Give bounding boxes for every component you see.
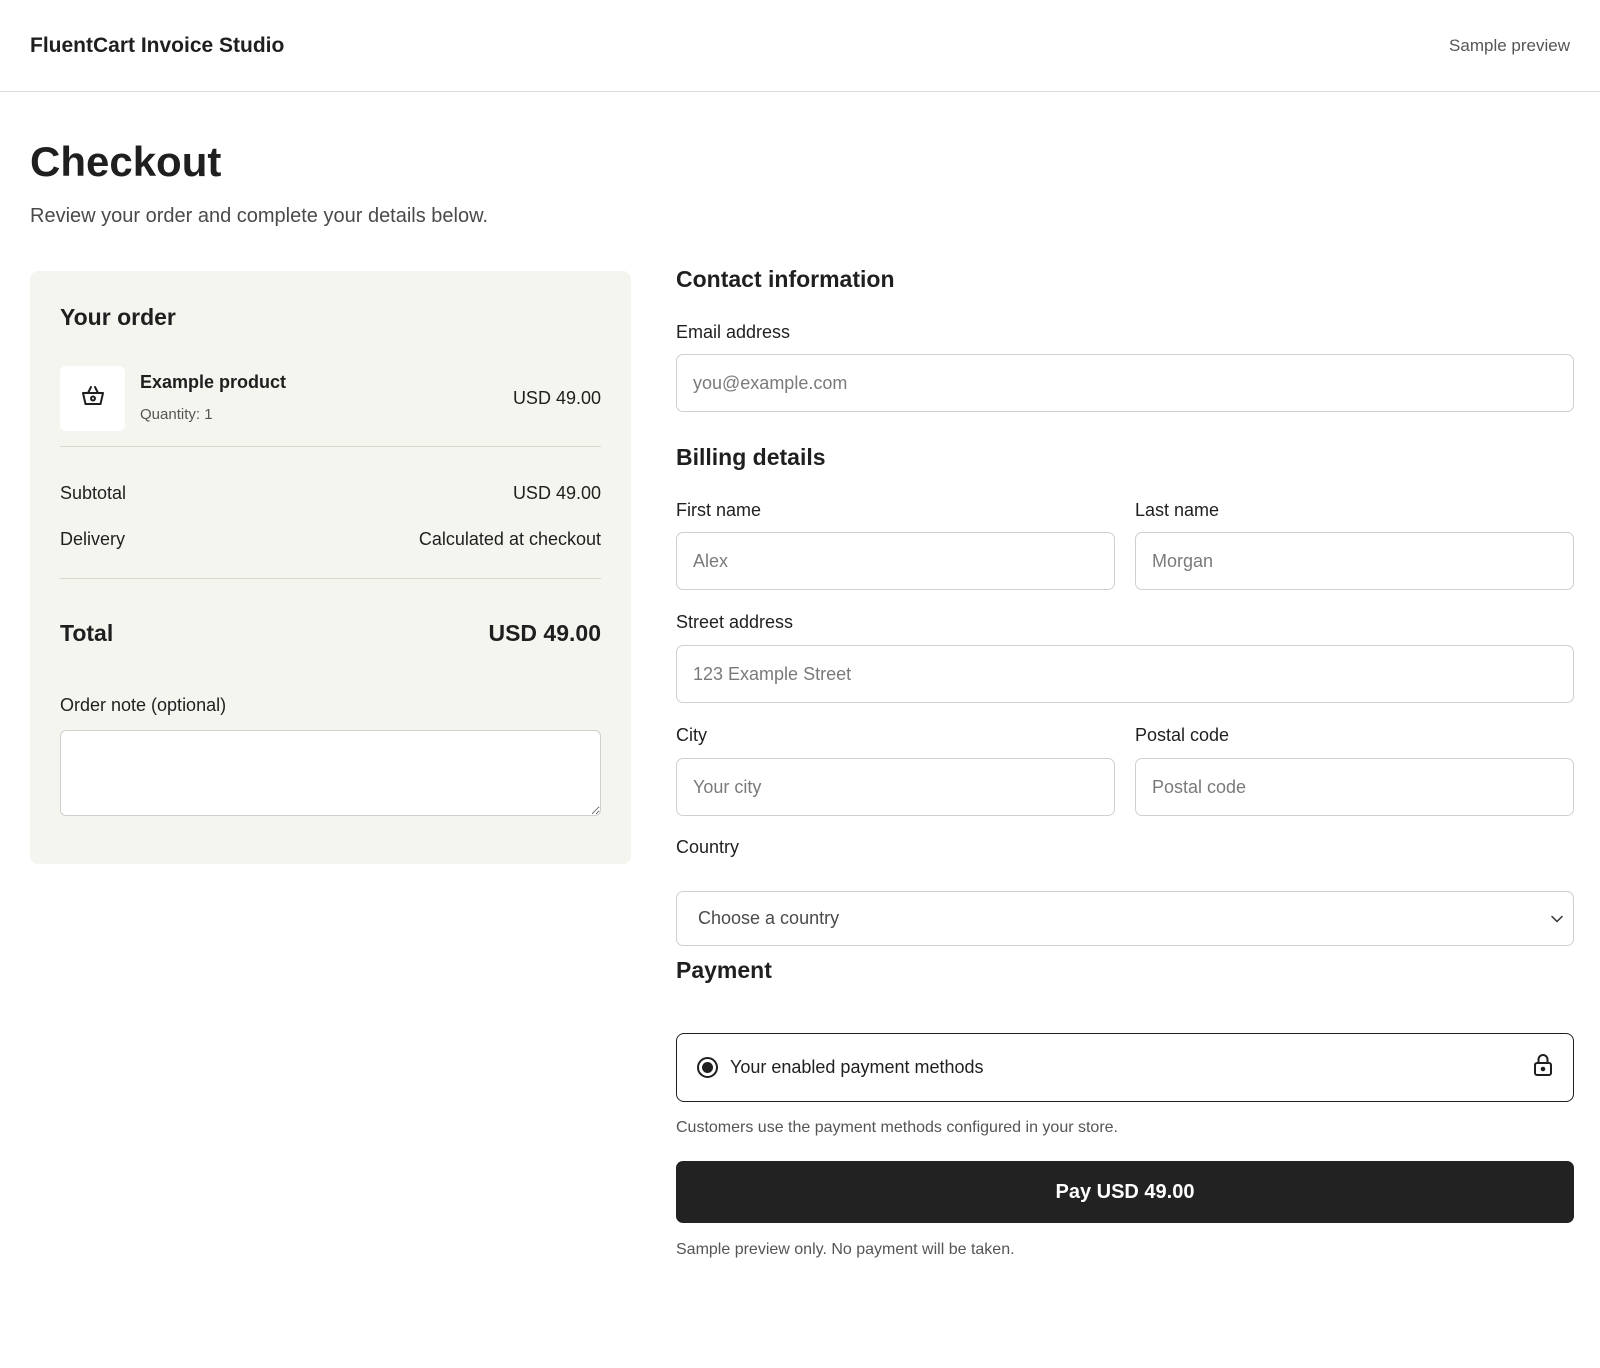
country-select-value: Choose a country — [698, 908, 840, 928]
subtotal-label: Subtotal — [60, 483, 127, 503]
product-quantity: Quantity: 1 — [140, 406, 213, 423]
product-name: Example product — [140, 372, 287, 392]
top-bar: FluentCart Invoice Studio Sample preview — [0, 0, 1600, 92]
basket-icon — [81, 385, 105, 412]
first-name-label: First name — [676, 500, 762, 520]
delivery-label: Delivery — [60, 529, 126, 549]
payment-method-label: Your enabled payment methods — [730, 1057, 984, 1077]
brand-name: FluentCart Invoice Studio — [30, 33, 285, 57]
payment-disclaimer: Sample preview only. No payment will be … — [676, 1241, 1015, 1258]
street-address-input[interactable] — [676, 645, 1574, 703]
order-note-label: Order note (optional) — [60, 695, 227, 715]
country-label: Country — [676, 837, 740, 857]
total-value: USD 49.00 — [488, 620, 601, 646]
payment-help-text: Customers use the payment methods config… — [676, 1119, 1118, 1136]
order-summary-card: Your order Example product Quantity: 1 U… — [30, 271, 631, 864]
payment-section-title: Payment — [676, 957, 772, 983]
divider — [60, 446, 601, 447]
sample-preview-label: Sample preview — [1449, 35, 1570, 55]
city-label: City — [676, 725, 707, 745]
country-select[interactable]: Choose a country — [676, 891, 1574, 946]
postal-code-label: Postal code — [1135, 725, 1230, 745]
last-name-label: Last name — [1135, 500, 1220, 520]
page-subtitle: Review your order and complete your deta… — [30, 205, 489, 227]
divider — [60, 578, 601, 579]
delivery-value: Calculated at checkout — [418, 529, 601, 549]
payment-method-option[interactable]: Your enabled payment methods — [676, 1033, 1574, 1102]
street-address-label: Street address — [676, 612, 794, 632]
subtotal-value: USD 49.00 — [512, 483, 601, 503]
total-label: Total — [60, 620, 114, 646]
email-label: Email address — [676, 322, 791, 342]
payment-method-radio[interactable] — [697, 1057, 718, 1078]
radio-selected-dot — [702, 1062, 713, 1073]
city-input[interactable] — [676, 758, 1115, 816]
contact-section-title: Contact information — [676, 266, 895, 292]
postal-code-input[interactable] — [1135, 758, 1574, 816]
pay-button[interactable]: Pay USD 49.00 — [676, 1161, 1574, 1223]
last-name-input[interactable] — [1135, 532, 1574, 590]
chevron-down-icon — [1551, 910, 1563, 928]
first-name-input[interactable] — [676, 532, 1115, 590]
page-title: Checkout — [30, 138, 222, 185]
billing-section-title: Billing details — [676, 444, 826, 470]
email-input[interactable] — [676, 354, 1574, 412]
order-heading: Your order — [60, 304, 176, 330]
lock-icon — [1533, 1053, 1553, 1082]
product-price: USD 49.00 — [512, 388, 601, 408]
order-note-textarea[interactable] — [60, 730, 601, 816]
product-thumbnail — [60, 366, 125, 431]
